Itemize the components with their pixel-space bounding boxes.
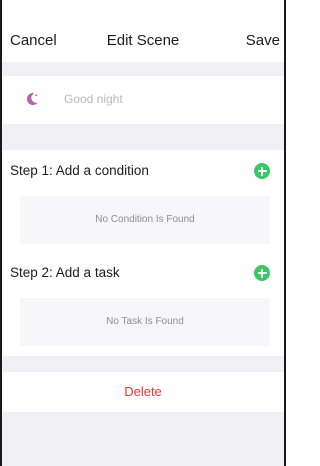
add-task-plus-icon[interactable] xyxy=(254,265,270,281)
delete-button[interactable]: Delete xyxy=(2,372,284,412)
page-title: Edit Scene xyxy=(106,32,180,49)
task-section: Step 2: Add a task No Task Is Found xyxy=(2,252,284,356)
edit-scene-screen: Cancel Edit Scene Save Good night Step 1… xyxy=(0,0,286,466)
navigation-bar: Cancel Edit Scene Save xyxy=(2,0,284,62)
task-step-title: Step 2: Add a task xyxy=(10,265,120,280)
scene-name-input[interactable]: Good night xyxy=(64,92,123,106)
condition-step-title: Step 1: Add a condition xyxy=(10,163,149,178)
save-button[interactable]: Save xyxy=(246,32,280,49)
condition-empty-state: No Condition Is Found xyxy=(20,196,270,244)
scene-name-row[interactable]: Good night xyxy=(2,76,284,124)
task-empty-state: No Task Is Found xyxy=(20,298,270,346)
moon-icon xyxy=(26,92,38,105)
condition-section: Step 1: Add a condition No Condition Is … xyxy=(2,150,284,252)
add-condition-plus-icon[interactable] xyxy=(254,163,270,179)
